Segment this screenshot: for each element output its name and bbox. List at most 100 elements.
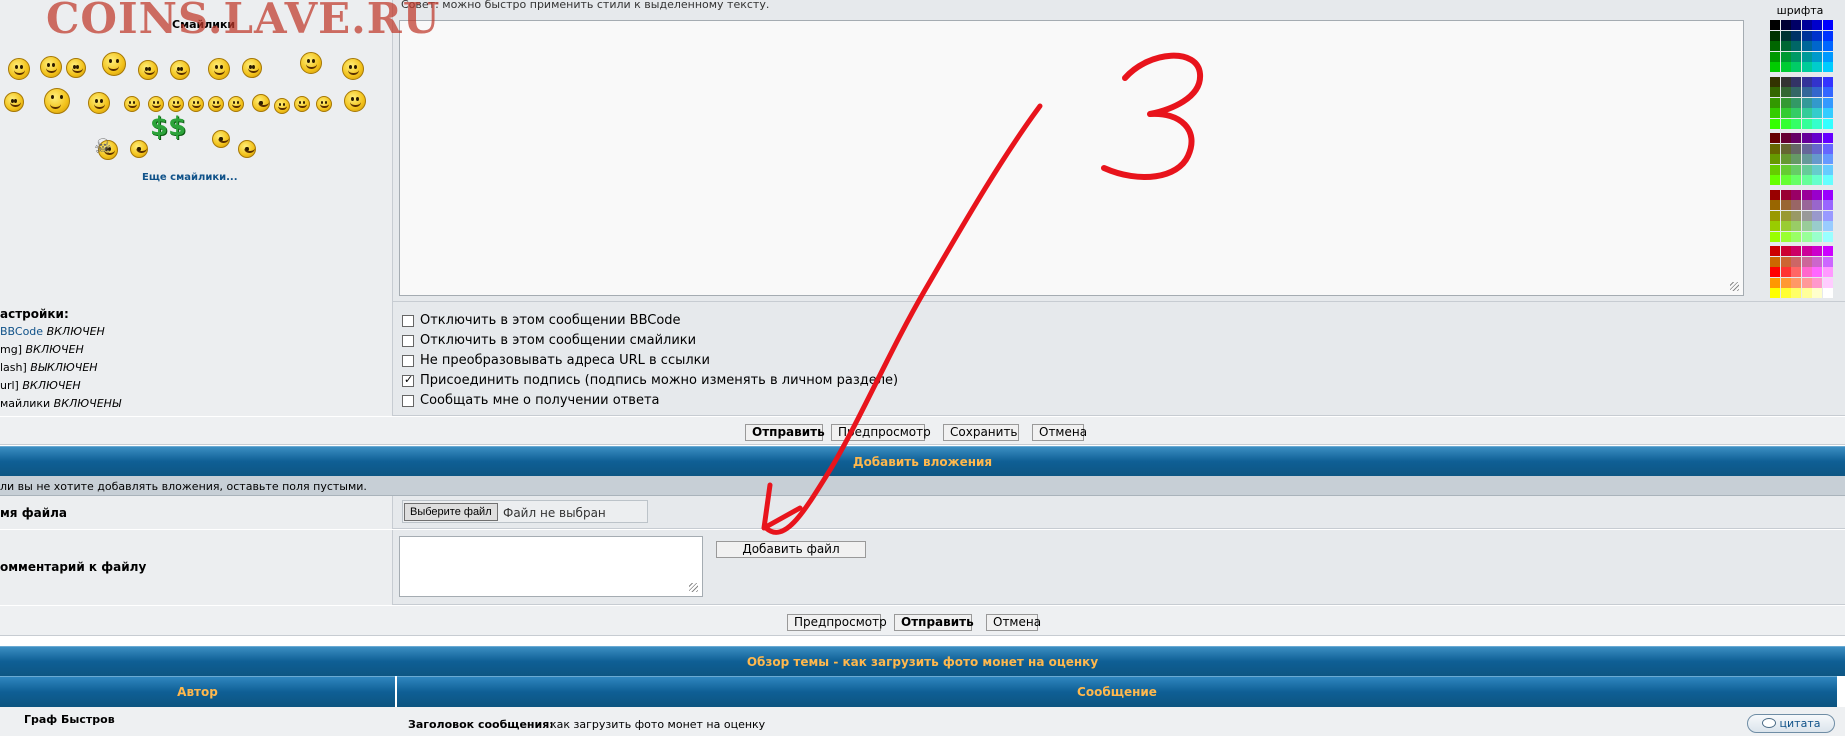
palette-color-swatch[interactable] — [1822, 41, 1833, 51]
palette-color-swatch[interactable] — [1812, 41, 1822, 51]
palette-color-swatch[interactable] — [1791, 51, 1801, 62]
option-disable-urls[interactable]: Не преобразовывать адреса URL в ссылки — [402, 353, 710, 368]
resize-grip[interactable] — [689, 583, 698, 592]
palette-color-swatch[interactable] — [1812, 200, 1822, 210]
submit-button[interactable]: Отправить — [745, 424, 825, 441]
palette-color-swatch[interactable] — [1791, 20, 1801, 30]
palette-color-swatch[interactable] — [1812, 210, 1822, 221]
palette-color-swatch[interactable] — [1822, 133, 1833, 143]
palette-color-swatch[interactable] — [1822, 267, 1833, 277]
palette-color-swatch[interactable] — [1812, 118, 1822, 129]
palette-color-swatch[interactable] — [1822, 175, 1833, 185]
palette-color-swatch[interactable] — [1791, 221, 1801, 231]
palette-color-swatch[interactable] — [1780, 108, 1791, 118]
palette-color-swatch[interactable] — [1822, 76, 1833, 87]
palette-color-swatch[interactable] — [1780, 256, 1791, 267]
palette-color-swatch[interactable] — [1770, 30, 1780, 41]
palette-color-swatch[interactable] — [1801, 108, 1812, 118]
dollar-smiley-icon[interactable]: $$ — [150, 112, 186, 142]
smiley-icon[interactable] — [342, 58, 364, 80]
palette-color-swatch[interactable] — [1801, 97, 1812, 108]
palette-color-swatch[interactable] — [1822, 97, 1833, 108]
palette-color-swatch[interactable] — [1801, 277, 1812, 288]
palette-color-swatch[interactable] — [1801, 133, 1812, 143]
palette-color-swatch[interactable] — [1812, 221, 1822, 231]
palette-color-swatch[interactable] — [1770, 246, 1780, 256]
checkbox-checked[interactable] — [402, 373, 414, 387]
palette-color-swatch[interactable] — [1822, 210, 1833, 221]
palette-color-swatch[interactable] — [1822, 143, 1833, 154]
smiley-icon[interactable] — [228, 96, 244, 112]
palette-color-swatch[interactable] — [1812, 189, 1822, 200]
palette-color-swatch[interactable] — [1801, 164, 1812, 175]
palette-color-swatch[interactable] — [1770, 200, 1780, 210]
skull-icon[interactable]: ☠ — [94, 134, 112, 158]
palette-color-swatch[interactable] — [1801, 30, 1812, 41]
smiley-icon[interactable] — [188, 96, 204, 112]
palette-color-swatch[interactable] — [1791, 200, 1801, 210]
option-disable-smilies[interactable]: Отключить в этом сообщении смайлики — [402, 333, 696, 348]
palette-color-swatch[interactable] — [1812, 51, 1822, 62]
palette-color-swatch[interactable] — [1780, 246, 1791, 256]
palette-color-swatch[interactable] — [1801, 231, 1812, 242]
palette-color-swatch[interactable] — [1812, 62, 1822, 72]
save-button[interactable]: Сохранить — [943, 424, 1019, 441]
smiley-icon[interactable] — [4, 92, 24, 112]
palette-color-swatch[interactable] — [1780, 277, 1791, 288]
palette-color-swatch[interactable] — [1770, 154, 1780, 164]
add-file-button[interactable]: Добавить файл — [716, 541, 866, 558]
palette-color-swatch[interactable] — [1770, 20, 1780, 30]
smiley-icon[interactable] — [252, 94, 270, 112]
palette-color-swatch[interactable] — [1780, 87, 1791, 97]
color-palette[interactable] — [1770, 20, 1834, 298]
more-smilies-link[interactable]: Еще смайлики... — [142, 172, 238, 183]
palette-color-swatch[interactable] — [1791, 256, 1801, 267]
palette-color-swatch[interactable] — [1812, 154, 1822, 164]
cancel-button[interactable]: Отмена — [1032, 424, 1087, 441]
palette-color-swatch[interactable] — [1780, 133, 1791, 143]
palette-color-swatch[interactable] — [1780, 175, 1791, 185]
palette-color-swatch[interactable] — [1791, 118, 1801, 129]
smiley-icon[interactable] — [294, 96, 310, 112]
smiley-icon[interactable] — [148, 96, 164, 112]
palette-color-swatch[interactable] — [1822, 256, 1833, 267]
palette-color-swatch[interactable] — [1801, 246, 1812, 256]
palette-color-swatch[interactable] — [1770, 76, 1780, 87]
smiley-icon[interactable] — [102, 52, 126, 76]
smiley-icon[interactable] — [124, 96, 140, 112]
palette-color-swatch[interactable] — [1780, 189, 1791, 200]
palette-color-swatch[interactable] — [1780, 118, 1791, 129]
palette-color-swatch[interactable] — [1780, 41, 1791, 51]
smiley-icon[interactable] — [344, 90, 366, 112]
quote-button[interactable]: цитата — [1747, 714, 1835, 733]
palette-color-swatch[interactable] — [1770, 256, 1780, 267]
smiley-icon[interactable] — [88, 92, 110, 114]
palette-color-swatch[interactable] — [1801, 175, 1812, 185]
option-disable-bbcode[interactable]: Отключить в этом сообщении BBCode — [402, 313, 681, 328]
palette-color-swatch[interactable] — [1822, 51, 1833, 62]
palette-color-swatch[interactable] — [1780, 200, 1791, 210]
smiley-icon[interactable] — [138, 60, 158, 80]
palette-color-swatch[interactable] — [1801, 256, 1812, 267]
palette-color-swatch[interactable] — [1780, 97, 1791, 108]
smiley-icon[interactable] — [274, 98, 290, 114]
palette-color-swatch[interactable] — [1801, 62, 1812, 72]
palette-color-swatch[interactable] — [1812, 30, 1822, 41]
option-attach-signature[interactable]: Присоединить подпись (подпись можно изме… — [402, 373, 898, 388]
palette-color-swatch[interactable] — [1812, 231, 1822, 242]
palette-color-swatch[interactable] — [1791, 288, 1801, 298]
palette-color-swatch[interactable] — [1780, 62, 1791, 72]
palette-color-swatch[interactable] — [1770, 133, 1780, 143]
palette-color-swatch[interactable] — [1801, 118, 1812, 129]
palette-color-swatch[interactable] — [1770, 118, 1780, 129]
palette-color-swatch[interactable] — [1822, 62, 1833, 72]
palette-color-swatch[interactable] — [1770, 210, 1780, 221]
checkbox[interactable] — [402, 394, 414, 407]
palette-color-swatch[interactable] — [1801, 267, 1812, 277]
smiley-icon[interactable] — [316, 96, 332, 112]
smiley-icon[interactable] — [242, 58, 262, 78]
palette-color-swatch[interactable] — [1801, 200, 1812, 210]
smiley-icon[interactable] — [168, 96, 184, 112]
palette-color-swatch[interactable] — [1812, 267, 1822, 277]
palette-color-swatch[interactable] — [1801, 51, 1812, 62]
